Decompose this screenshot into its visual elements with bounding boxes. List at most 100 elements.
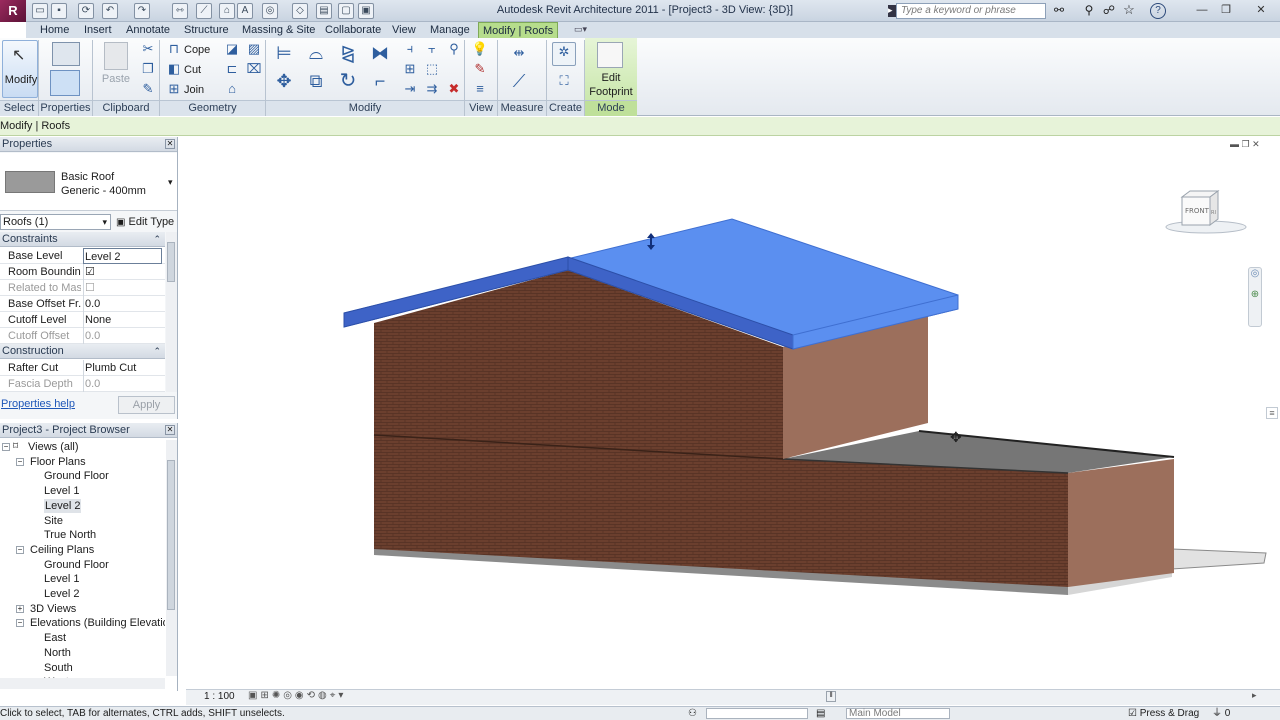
modify-button[interactable]: ↖ Modify bbox=[2, 40, 38, 98]
trim-single-icon[interactable]: ⇥ bbox=[400, 80, 420, 98]
browser-tree-item[interactable]: Ground Floor bbox=[0, 558, 165, 573]
tab-home[interactable]: Home bbox=[36, 22, 73, 38]
type-selector[interactable]: Basic Roof Generic - 400mm ▾ bbox=[0, 153, 177, 211]
browser-tree-item[interactable]: − Ceiling Plans bbox=[0, 543, 165, 558]
cut-to-clipboard-icon[interactable]: ✂ bbox=[138, 40, 158, 58]
hide-isolate-icon[interactable]: 💡 bbox=[470, 40, 490, 58]
restore-icon[interactable]: ❐ bbox=[1214, 1, 1238, 19]
app-menu-button[interactable]: R bbox=[0, 0, 26, 22]
tab-insert[interactable]: Insert bbox=[80, 22, 116, 38]
collapse-group-icon[interactable]: ⌃ bbox=[153, 344, 161, 358]
browser-tree-item[interactable]: Level 2 bbox=[0, 498, 165, 514]
scale-icon[interactable]: ⬚ bbox=[422, 60, 442, 78]
ribbon-minimize-icon[interactable]: ▭▾ bbox=[574, 24, 587, 35]
split-icon[interactable]: ⫞ bbox=[400, 40, 420, 58]
tab-manage[interactable]: Manage bbox=[426, 22, 474, 38]
pin-icon[interactable]: ⚲ bbox=[444, 40, 464, 58]
browser-tree-item[interactable]: Level 2 bbox=[0, 587, 165, 602]
array-icon[interactable]: ⊞ bbox=[400, 60, 420, 78]
filter-icon[interactable]: ⏚ 0 bbox=[1212, 707, 1230, 720]
close-hidden-icon[interactable]: ▢ bbox=[338, 3, 354, 19]
mirror-pick-axis-icon[interactable]: ⧎ bbox=[336, 44, 360, 68]
zoom-icon[interactable]: ⊕ bbox=[1249, 289, 1261, 300]
browser-tree-item[interactable]: Ground Floor bbox=[0, 469, 165, 484]
aligned-dimension-icon[interactable]: ⟋ bbox=[196, 3, 212, 19]
join-icon[interactable]: ⊞ bbox=[164, 80, 184, 98]
browser-tree-item[interactable]: Site bbox=[0, 514, 165, 529]
help-icon[interactable]: ? bbox=[1150, 3, 1166, 19]
mirror-draw-axis-icon[interactable]: ⧓ bbox=[368, 44, 392, 68]
property-value[interactable]: 0.0 bbox=[83, 296, 162, 312]
properties-scrollbar[interactable] bbox=[166, 232, 177, 392]
join-roof-icon[interactable]: ⌂ bbox=[222, 80, 242, 98]
browser-hscrollbar[interactable] bbox=[0, 678, 165, 689]
open-icon[interactable]: ▭ bbox=[32, 3, 48, 19]
press-drag-toggle[interactable]: ☑ Press & Drag bbox=[1128, 707, 1199, 720]
redo-icon[interactable]: ↷ bbox=[134, 3, 150, 19]
browser-scroll-thumb[interactable] bbox=[167, 460, 175, 610]
subscription-icon[interactable]: ⚲ bbox=[1080, 3, 1098, 19]
property-value[interactable]: None bbox=[83, 312, 162, 328]
edit-footprint-button-line1[interactable]: Edit bbox=[586, 71, 636, 85]
split-gap-icon[interactable]: ⫟ bbox=[422, 40, 442, 58]
properties-help-link[interactable]: Properties help bbox=[1, 398, 75, 410]
expand-icon[interactable]: + bbox=[16, 604, 24, 613]
create-group-icon[interactable]: ⛶ bbox=[552, 72, 576, 96]
design-option-select[interactable]: Main Model bbox=[846, 708, 950, 719]
search-input[interactable]: Type a keyword or phrase bbox=[896, 3, 1046, 19]
browser-scrollbar[interactable] bbox=[166, 440, 177, 676]
close-icon[interactable]: ✕ bbox=[1246, 1, 1276, 19]
browser-tree-item[interactable]: True North bbox=[0, 528, 165, 543]
view-control-icons[interactable]: ▣⊞✺◎◉⟲◍⌖▾ bbox=[248, 690, 346, 701]
cope-icon[interactable]: ⊓ bbox=[164, 40, 184, 58]
viewport-scroll-icon[interactable]: ≡ bbox=[1266, 407, 1278, 419]
collapse-icon[interactable]: − bbox=[16, 619, 24, 628]
property-group-header[interactable]: Constraints ⌃ bbox=[0, 232, 165, 247]
align-icon[interactable]: ⊨ bbox=[272, 44, 296, 68]
wall-joins-icon[interactable]: ⊏ bbox=[222, 60, 242, 78]
navigation-bar[interactable]: ◎ ⊕ bbox=[1248, 267, 1262, 327]
property-value[interactable]: ☑ bbox=[83, 264, 162, 280]
favorites-icon[interactable]: ☆ bbox=[1120, 2, 1138, 18]
steering-wheel-icon[interactable]: ◎ bbox=[1249, 268, 1261, 279]
cope-button[interactable]: Cope bbox=[184, 43, 210, 57]
type-properties-icon[interactable] bbox=[52, 42, 80, 66]
match-type-icon[interactable]: ✎ bbox=[138, 80, 158, 98]
browser-tree-item[interactable]: Level 1 bbox=[0, 572, 165, 587]
switch-windows-icon[interactable]: ▣ bbox=[358, 3, 374, 19]
undo-icon[interactable]: ↶ bbox=[102, 3, 118, 19]
3d-viewport[interactable]: ✥ FRONT RI ▬ ❐ ✕ ◎ ⊕ ≡ bbox=[186, 137, 1280, 689]
demolish-icon[interactable]: ⌧ bbox=[244, 60, 264, 78]
edit-footprint-button-line2[interactable]: Footprint bbox=[586, 85, 636, 99]
delete-icon[interactable]: ✖ bbox=[444, 80, 464, 98]
measure-between-icon[interactable]: ⇹ bbox=[506, 44, 532, 62]
tab-modify-roofs[interactable]: Modify | Roofs bbox=[478, 22, 559, 38]
minimize-icon[interactable]: — bbox=[1190, 1, 1214, 19]
3d-view-icon[interactable]: ◎ bbox=[262, 3, 278, 19]
trim-multiple-icon[interactable]: ⇉ bbox=[422, 80, 442, 98]
tab-view[interactable]: View bbox=[388, 22, 420, 38]
text-icon[interactable]: A bbox=[237, 3, 253, 19]
communication-center-icon[interactable]: ☍ bbox=[1100, 3, 1118, 19]
section-icon[interactable]: ◇ bbox=[292, 3, 308, 19]
copy-icon[interactable]: ⧉ bbox=[304, 72, 328, 96]
close-browser-icon[interactable]: ✕ bbox=[165, 425, 175, 435]
apply-button[interactable]: Apply bbox=[118, 396, 175, 414]
browser-tree-item[interactable]: − Floor Plans bbox=[0, 455, 165, 470]
cut-geometry-button[interactable]: Cut bbox=[184, 63, 201, 77]
trim-extend-icon[interactable]: ⌐ bbox=[368, 72, 392, 96]
thin-lines-icon[interactable]: ▤ bbox=[316, 3, 332, 19]
save-icon[interactable]: ▪ bbox=[51, 3, 67, 19]
collapse-icon[interactable]: − bbox=[2, 443, 10, 451]
edit-type-button[interactable]: ▣ Edit Type bbox=[116, 214, 174, 230]
browser-tree-item[interactable]: Level 1 bbox=[0, 484, 165, 499]
view-scale[interactable]: 1 : 100 bbox=[204, 691, 235, 702]
browser-tree-item[interactable]: − Elevations (Building Elevation bbox=[0, 616, 165, 631]
collapse-group-icon[interactable]: ⌃ bbox=[153, 232, 161, 246]
browser-tree-item[interactable]: South bbox=[0, 661, 165, 676]
browser-tree-item[interactable]: − ⌑ Views (all) bbox=[0, 440, 165, 455]
tab-collaborate[interactable]: Collaborate bbox=[321, 22, 385, 38]
workset-select[interactable] bbox=[706, 708, 808, 719]
tab-annotate[interactable]: Annotate bbox=[122, 22, 174, 38]
cut-geometry-icon[interactable]: ◧ bbox=[164, 60, 184, 78]
